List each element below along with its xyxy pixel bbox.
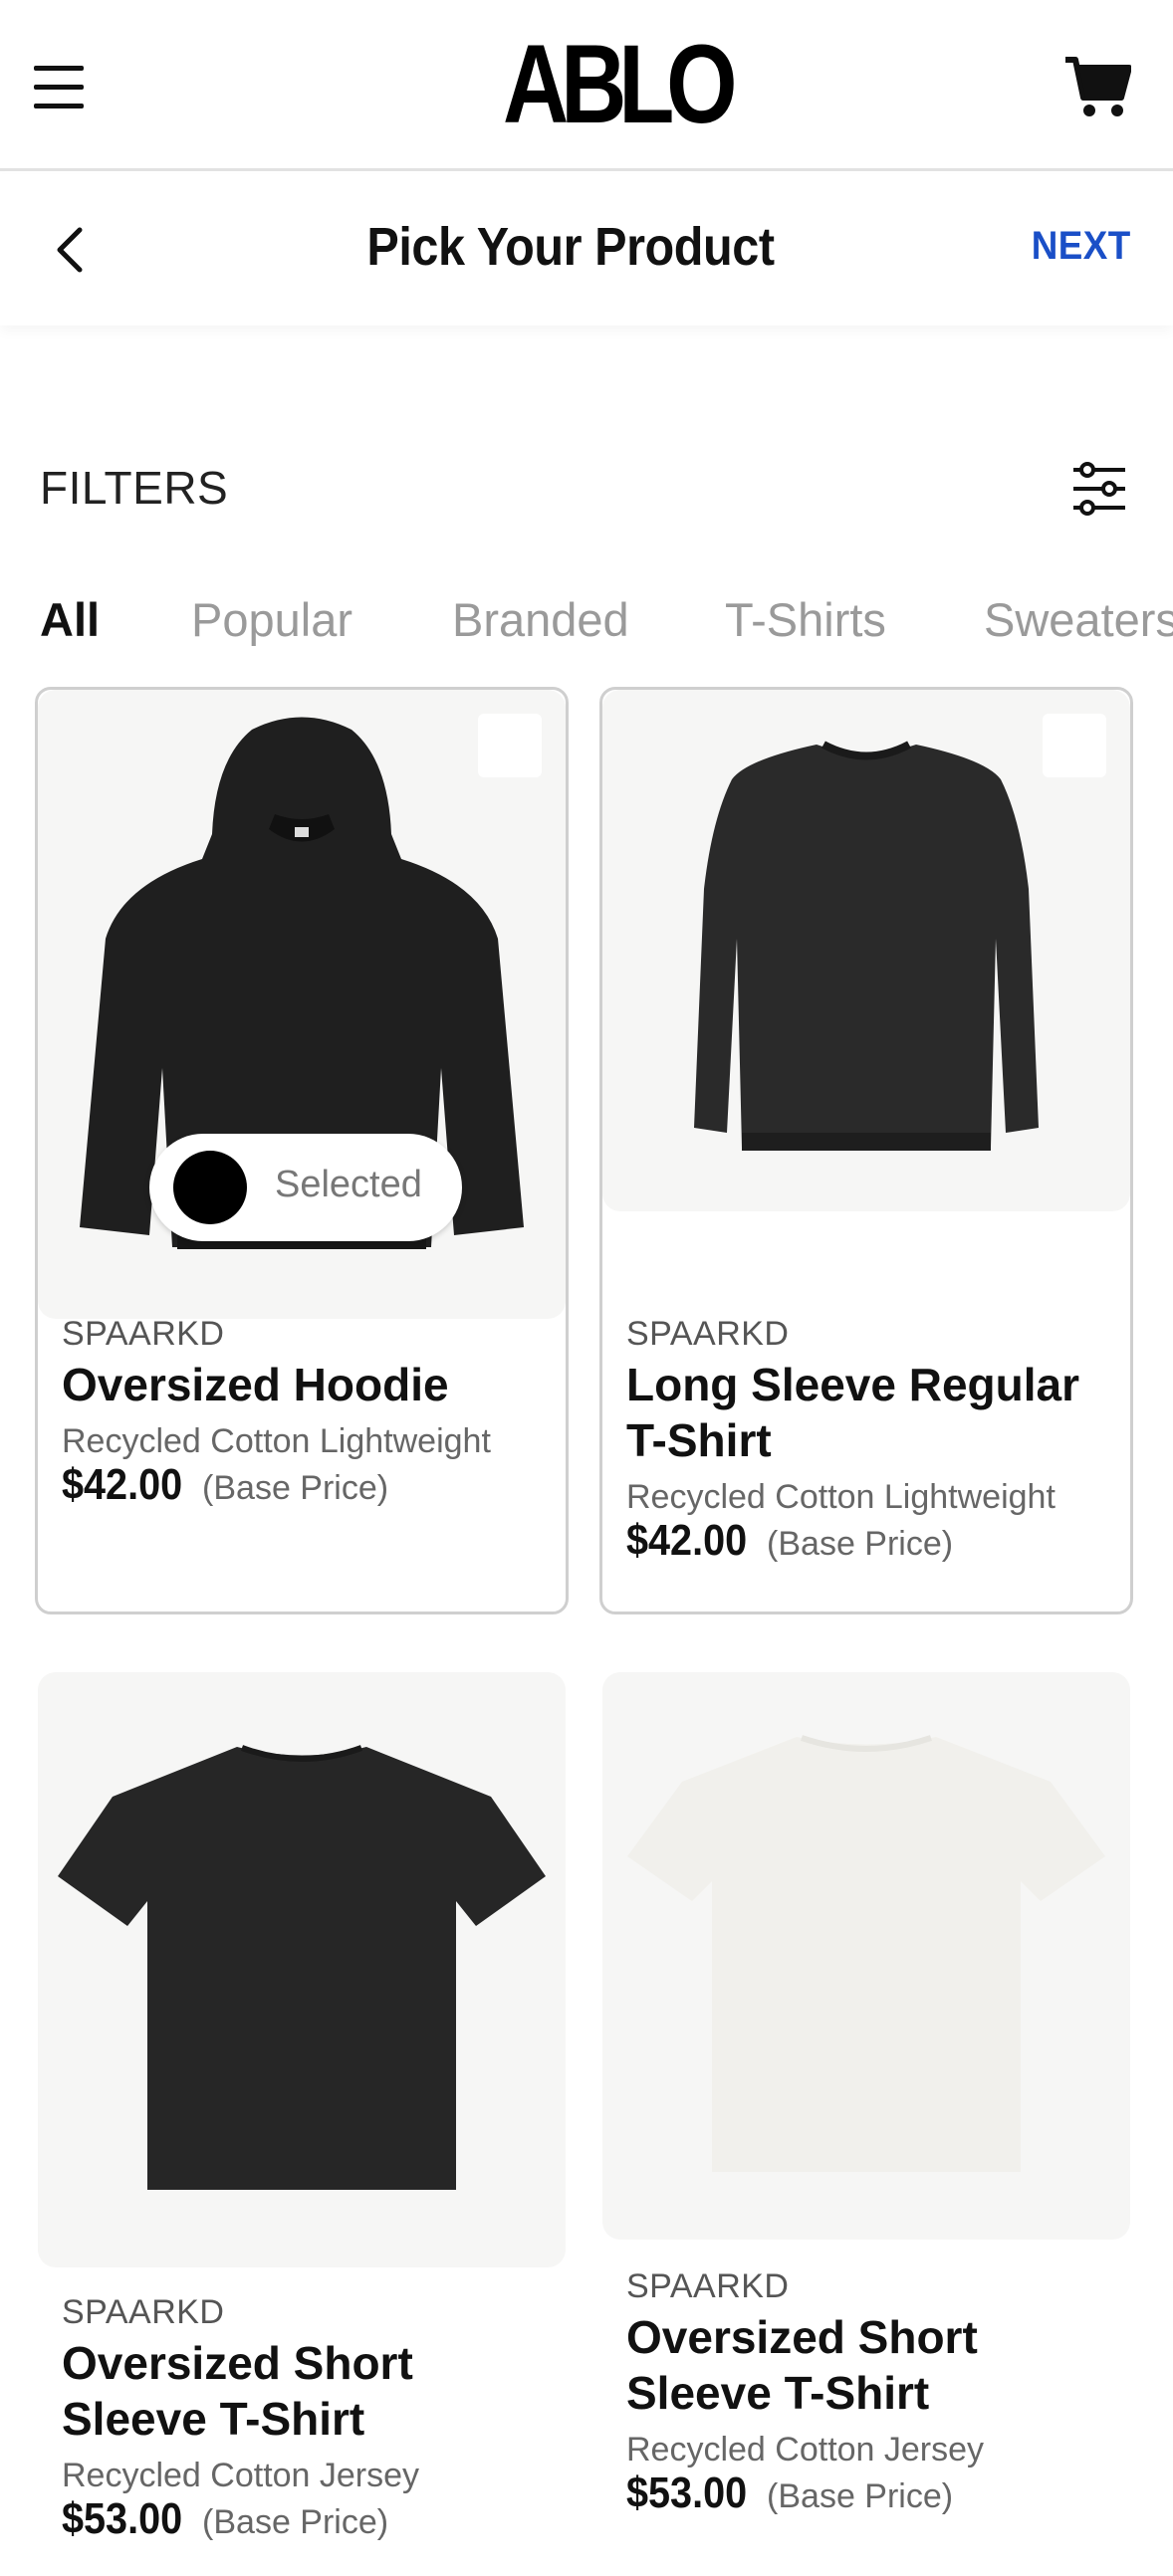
product-price: $53.00: [626, 2469, 748, 2517]
white-tshirt-image: [627, 1735, 1105, 2172]
selected-label: Selected: [275, 1164, 422, 1205]
product-card-oversized-tshirt-white[interactable]: SPAARKD Oversized Short Sleeve T-Shirt R…: [602, 1672, 1130, 2568]
tab-branded[interactable]: Branded: [452, 592, 629, 647]
product-card-oversized-tshirt-black[interactable]: SPAARKD Oversized Short Sleeve T-Shirt R…: [38, 1672, 566, 2568]
next-button[interactable]: NEXT: [1032, 224, 1131, 269]
black-tshirt-image: [58, 1745, 546, 2190]
select-checkbox[interactable]: [478, 714, 542, 777]
price-row: $42.00 (Base Price): [626, 1516, 953, 1566]
product-price: $53.00: [62, 2494, 183, 2543]
filter-tabs: All Popular Branded T-Shirts Sweaters: [40, 592, 1173, 652]
shopping-cart-icon[interactable]: [1063, 54, 1131, 119]
product-brand: SPAARKD: [626, 2267, 790, 2305]
price-note: (Base Price): [767, 2477, 954, 2515]
app-bar: ABLO: [0, 0, 1173, 171]
product-price: $42.00: [62, 1460, 183, 1509]
product-material: Recycled Cotton Jersey: [626, 2431, 985, 2469]
price-note: (Base Price): [202, 2503, 389, 2541]
price-note: (Base Price): [767, 1525, 954, 1563]
color-swatch[interactable]: [173, 1151, 247, 1224]
brand-logo[interactable]: ABLO: [503, 29, 738, 140]
select-checkbox[interactable]: [1043, 714, 1106, 777]
product-brand: SPAARKD: [62, 1315, 225, 1353]
price-row: $53.00 (Base Price): [62, 2494, 388, 2544]
product-material: Recycled Cotton Lightweight: [626, 1478, 1056, 1516]
product-brand: SPAARKD: [626, 1315, 790, 1353]
product-card-long-sleeve-tshirt[interactable]: SPAARKD Long Sleeve Regular T-Shirt Recy…: [599, 687, 1133, 1614]
product-image: [602, 1672, 1130, 2240]
price-row: $53.00 (Base Price): [626, 2469, 953, 2518]
sliders-icon[interactable]: [1071, 462, 1127, 516]
product-name: Oversized Short Sleeve T-Shirt: [626, 2311, 978, 2419]
tab-popular[interactable]: Popular: [191, 592, 352, 647]
product-name: Oversized Hoodie: [62, 1359, 449, 1410]
selected-badge: Selected: [149, 1134, 462, 1241]
product-name: Long Sleeve Regular T-Shirt: [626, 1359, 1080, 1466]
product-material: Recycled Cotton Jersey: [62, 2457, 420, 2494]
tab-all[interactable]: All: [40, 592, 100, 647]
product-card-oversized-hoodie[interactable]: Selected SPAARKD Oversized Hoodie Recycl…: [35, 687, 569, 1614]
tab-t-shirts[interactable]: T-Shirts: [725, 592, 886, 647]
product-price: $42.00: [626, 1516, 748, 1565]
product-material: Recycled Cotton Lightweight: [62, 1422, 491, 1460]
product-image: Selected: [38, 690, 566, 1319]
product-brand: SPAARKD: [62, 2293, 225, 2331]
product-image: [38, 1672, 566, 2267]
page-header: Pick Your Product NEXT: [0, 174, 1173, 325]
hamburger-menu-icon[interactable]: [34, 66, 86, 109]
product-image: [602, 690, 1130, 1211]
product-name: Oversized Short Sleeve T-Shirt: [62, 2337, 413, 2445]
filters-label: FILTERS: [40, 462, 229, 514]
price-note: (Base Price): [202, 1469, 389, 1507]
tab-sweaters[interactable]: Sweaters: [984, 592, 1173, 647]
price-row: $42.00 (Base Price): [62, 1460, 388, 1510]
page-title: Pick Your Product: [366, 217, 775, 277]
